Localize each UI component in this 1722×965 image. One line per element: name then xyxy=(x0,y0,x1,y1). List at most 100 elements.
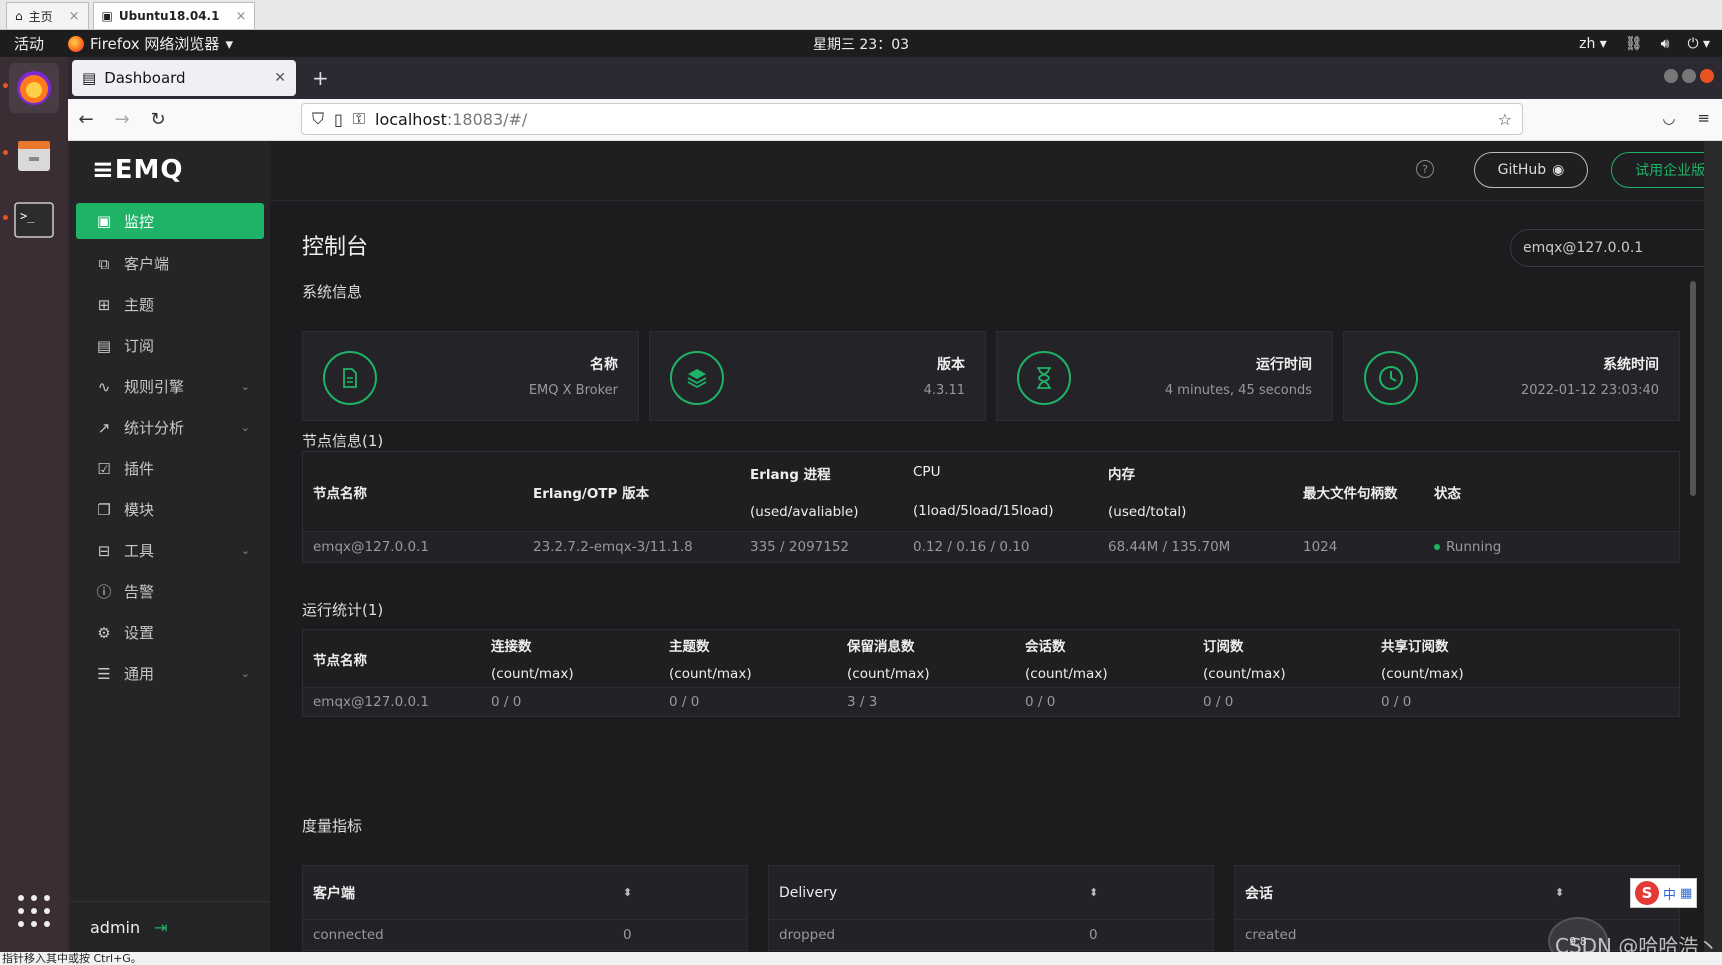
vm-tab-ubuntu[interactable]: ▣ Ubuntu18.04.1 × xyxy=(92,2,256,29)
help-icon[interactable]: ? xyxy=(1416,160,1434,178)
sidebar-item-label: 订阅 xyxy=(124,337,155,355)
sort-icon[interactable]: ⬍ xyxy=(1089,886,1098,899)
sort-icon[interactable]: ⬍ xyxy=(623,886,632,899)
table-row: emqx@127.0.0.1 0 / 00 / 03 / 30 / 00 / 00… xyxy=(313,694,1412,710)
sidebar-item-11[interactable]: ☰ 通用 ⌄ xyxy=(76,653,264,694)
running-indicator xyxy=(3,83,8,88)
new-tab-button[interactable]: + xyxy=(312,66,329,90)
close-icon[interactable]: × xyxy=(69,9,80,24)
sidebar-item-2[interactable]: ⊞ 主题 xyxy=(76,284,264,325)
user-area: admin ⇥ xyxy=(70,901,270,952)
sogou-icon: S xyxy=(1635,881,1659,905)
sidebar-item-1[interactable]: ⧉ 客户端 xyxy=(76,243,264,284)
close-icon[interactable]: ✕ xyxy=(274,70,286,86)
tools-icon: ⊟ xyxy=(97,541,111,560)
host-status-bar: 指针移入其中或按 Ctrl+G。 xyxy=(0,952,1722,965)
sidebar-item-label: 客户端 xyxy=(124,255,170,273)
app-menu[interactable]: Firefox 网络浏览器 ▾ xyxy=(68,33,233,54)
table-header: Delivery ⬍ xyxy=(769,866,1213,920)
browser-tab-dashboard[interactable]: ▤ Dashboard ✕ xyxy=(72,60,296,96)
maximize-icon[interactable] xyxy=(1682,69,1696,83)
menu-lines-icon: ≡ xyxy=(92,155,115,185)
metrics-title: 度量指标 xyxy=(302,817,363,835)
shield-icon[interactable]: ⛉ xyxy=(312,109,324,129)
sidebar-item-8[interactable]: ⊟ 工具 ⌄ xyxy=(76,530,264,571)
layers-icon xyxy=(670,351,724,405)
nav-right-tools: ◡ ≡ xyxy=(1662,109,1710,127)
minimize-icon[interactable] xyxy=(1664,69,1678,83)
firefox-icon xyxy=(68,35,85,52)
ime-indicator[interactable]: S 中 ▦ xyxy=(1630,878,1698,908)
close-window-icon[interactable] xyxy=(1700,69,1714,83)
table-header: 客户端 ⬍ xyxy=(303,866,747,920)
clients-icon: ⧉ xyxy=(98,254,110,273)
file-cabinet-icon xyxy=(18,141,50,171)
github-button[interactable]: GitHub ◉ xyxy=(1474,152,1588,188)
emq-logo[interactable]: ≡EMQ xyxy=(92,155,184,185)
card-name: 名称 EMQ X Broker xyxy=(302,331,639,421)
vm-icon: ▣ xyxy=(101,9,113,23)
language-indicator[interactable]: zh ▾ xyxy=(1579,36,1607,52)
stats-title: 运行统计(1) xyxy=(302,601,384,619)
sidebar-item-label: 告警 xyxy=(124,583,155,601)
svg-text:>_: >_ xyxy=(20,209,35,223)
sidebar-item-4[interactable]: ∿ 规则引擎 ⌄ xyxy=(76,366,264,407)
close-icon[interactable]: × xyxy=(235,9,246,24)
pocket-icon[interactable]: ◡ xyxy=(1662,109,1675,127)
status-dot-icon xyxy=(1434,544,1440,550)
card-version: 版本 4.3.11 xyxy=(649,331,986,421)
back-arrow-icon[interactable]: ← xyxy=(68,109,104,130)
vm-tab-home[interactable]: ⌂ 主页 × xyxy=(6,2,89,29)
enterprise-trial-button[interactable]: 试用企业版 → xyxy=(1611,152,1704,188)
volume-icon[interactable]: 🔊︎ xyxy=(1661,36,1670,52)
table-row: connected 0 xyxy=(313,927,632,943)
browser-tab-strip: ▤ Dashboard ✕ + xyxy=(68,57,1722,99)
sidebar-item-5[interactable]: ↗ 统计分析 ⌄ xyxy=(76,407,264,448)
url-bar[interactable]: ⛉ ▯ ⚿ localhost:18083/#/ ☆ xyxy=(301,103,1523,135)
terminal-icon: >_ xyxy=(14,202,54,238)
bookmark-star-icon[interactable]: ☆ xyxy=(1498,110,1512,129)
page-scrollbar[interactable] xyxy=(1690,281,1696,496)
dock-firefox[interactable] xyxy=(9,63,59,113)
general-icon: ☰ xyxy=(97,664,111,683)
nodes-table: 节点名称 Erlang/OTP 版本 Erlang 进程 (used/avali… xyxy=(302,451,1680,563)
dock-files[interactable] xyxy=(9,130,59,180)
power-icon[interactable]: ⏻ ▾ xyxy=(1687,36,1710,52)
sidebar-item-label: 通用 xyxy=(124,665,155,683)
clock-icon xyxy=(1364,351,1418,405)
sidebar-item-label: 设置 xyxy=(124,624,155,642)
sidebar-item-label: 工具 xyxy=(124,542,155,560)
node-select[interactable]: emqx@127.0.0.1 ⌄ xyxy=(1510,229,1704,267)
gnome-top-bar: 活动 Firefox 网络浏览器 ▾ 星期三 23：03 zh ▾ ⛓ 🔊︎ ⏻… xyxy=(0,30,1722,57)
show-apps-icon[interactable] xyxy=(18,895,50,927)
emqx-dashboard: ≡EMQ ▣ 监控 ⧉ 客户端 ⊞ 主题 ▤ 订阅 ∿ 规则引擎 ⌄ ↗ 统计分析 ⌄ ☑ 插件 ❐ 模块 ⊟ 工具 ⌄… xyxy=(70,141,1704,952)
chevron-down-icon: ⌄ xyxy=(240,380,250,393)
logout-icon[interactable]: ⇥ xyxy=(154,918,167,937)
caret-down-icon: ▾ xyxy=(225,34,233,53)
sidebar-item-9[interactable]: ⓘ 告警 xyxy=(76,571,264,612)
sidebar-item-label: 规则引擎 xyxy=(124,378,185,396)
network-icon[interactable]: ⛓ xyxy=(1625,36,1643,52)
hamburger-menu-icon[interactable]: ≡ xyxy=(1697,109,1710,127)
sidebar-menu: ▣ 监控 ⧉ 客户端 ⊞ 主题 ▤ 订阅 ∿ 规则引擎 ⌄ ↗ 统计分析 ⌄ ☑ 插件 ❐ 模块 ⊟ 工具 ⌄ ⓘ 告警 ⚙ 设… xyxy=(70,203,270,694)
activities-button[interactable]: 活动 xyxy=(14,33,44,54)
sidebar-item-0[interactable]: ▣ 监控 xyxy=(76,203,264,239)
stats-table: 节点名称 连接数 (count/max) 主题数 (count/max) 保留消息数 (co… xyxy=(302,629,1680,717)
keyboard-icon: ▦ xyxy=(1680,885,1693,901)
sidebar-item-3[interactable]: ▤ 订阅 xyxy=(76,325,264,366)
sidebar-item-6[interactable]: ☑ 插件 xyxy=(76,448,264,489)
dock-terminal[interactable]: >_ xyxy=(9,195,59,245)
sort-icon[interactable]: ⬍ xyxy=(1555,886,1564,899)
browser-nav-bar: ← → ↻ ⛉ ▯ ⚿ localhost:18083/#/ ☆ ◡ ≡ xyxy=(68,99,1722,141)
sidebar-item-7[interactable]: ❐ 模块 xyxy=(76,489,264,530)
sidebar-item-10[interactable]: ⚙ 设置 xyxy=(76,612,264,653)
monitor-icon: ▣ xyxy=(96,212,112,230)
reload-icon[interactable]: ↻ xyxy=(140,109,176,130)
table-header: 节点名称 Erlang/OTP 版本 Erlang 进程 (used/avali… xyxy=(303,452,1679,532)
metrics-table-client: 客户端 ⬍ connected 0 xyxy=(302,865,748,951)
forward-arrow-icon[interactable]: → xyxy=(104,109,140,130)
firefox-icon xyxy=(17,71,51,105)
clock[interactable]: 星期三 23：03 xyxy=(813,34,909,54)
key-icon[interactable]: ⚿ xyxy=(353,109,365,129)
sidebar-item-label: 统计分析 xyxy=(124,419,185,437)
